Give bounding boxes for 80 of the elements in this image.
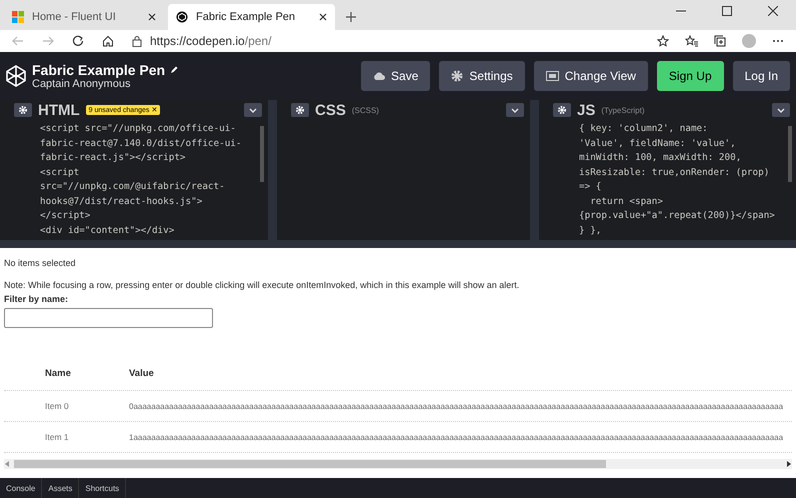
collections-icon[interactable] (714, 35, 726, 47)
editor-title: JS (577, 102, 596, 118)
gear-icon (296, 106, 304, 114)
layout-icon (546, 71, 559, 81)
close-icon[interactable] (319, 13, 327, 21)
footer-tab[interactable]: Console (0, 478, 42, 498)
favorites-icon[interactable] (685, 35, 698, 47)
caret-icon (777, 108, 785, 112)
code-line: } }, (579, 224, 602, 238)
code-line: <script (40, 166, 80, 180)
code-line: <div id="content"></div> (40, 224, 176, 238)
footer-tab[interactable]: Shortcuts (79, 478, 126, 498)
settings-button[interactable] (291, 103, 309, 117)
editor-language: (TypeScript) (601, 106, 644, 114)
filter-label: Filter by name: (4, 294, 70, 304)
code-line: => { (579, 180, 602, 194)
code-line: src="//unpkg.com/@uifabric/react- (40, 180, 226, 194)
address-field[interactable]: https://codepen.io/pen/ (132, 34, 639, 48)
table-cell: 1aaaaaaaaaaaaaaaaaaaaaaaaaaaaaaaaaaaaaaaaaaaaaaaaaaaaaaaaaaaaaaaaaaaaaaaaaaaaaaaaaaaaaaaaaaaaaaaaaaaaaaaaaaaaaaaaaaaaaaaaaaaaaaaaaaaaaaaaaaaaaaaaaa (129, 432, 784, 442)
scrollbar-thumb[interactable] (14, 460, 606, 468)
scrollbar-thumb[interactable] (260, 126, 264, 182)
code-line: </script> (40, 209, 92, 223)
table-cell-text: Item 0 (44, 401, 70, 411)
browser-tab[interactable]: Fabric Example Pen (168, 4, 335, 30)
maximize-icon[interactable] (722, 6, 732, 16)
pen-title: Fabric Example Pen (32, 62, 166, 78)
gear-icon (19, 106, 27, 114)
collapse-button[interactable] (772, 103, 790, 117)
close-icon[interactable] (768, 6, 778, 16)
cube-logo-icon[interactable] (6, 65, 26, 87)
table-cell: 0aaaaaaaaaaaaaaaaaaaaaaaaaaaaaaaaaaaaaaaaaaaaaaaaaaaaaaaaaaaaaaaaaaaaaaaaaaaaaaaaaaaaaaaaaaaaaaaaaaaaaaaaaaaaaaaaaaaaaaaaaaaaaaaaaaaaaaaaaaaaaaaaaa (129, 402, 784, 410)
browser-tab[interactable]: Home - Fluent UI (4, 4, 164, 30)
code-line: minWidth: 100, maxWidth: 200, (579, 151, 742, 165)
filter-field[interactable] (4, 308, 213, 328)
settings-button[interactable] (553, 103, 571, 117)
header-button[interactable]: Log In (732, 61, 790, 91)
lock-icon (132, 35, 142, 47)
caret-icon (249, 108, 257, 112)
horizontal-scrollbar[interactable] (4, 459, 792, 469)
more-icon[interactable] (772, 39, 784, 43)
collapse-button[interactable] (244, 103, 262, 117)
author-name: Captain Anonymous (32, 78, 132, 90)
note-text: Note: While focusing a row, pressing enter or double clicking will execute onItemInvoked, which in this example will show an alert. (4, 280, 520, 290)
header-button[interactable]: Sign Up (656, 61, 724, 91)
gear-icon (451, 70, 464, 82)
code-line: {prop.value+"a".repeat(200)}</span> (579, 209, 776, 223)
pencil-icon[interactable] (170, 66, 178, 74)
caret-icon (511, 108, 519, 112)
collapse-button[interactable] (506, 103, 524, 117)
star-icon[interactable] (657, 35, 669, 47)
scrollbar-thumb[interactable] (788, 126, 792, 182)
editor-title: HTML (38, 102, 80, 118)
selection-status: No items selected (4, 258, 77, 268)
editor-title: CSS (315, 102, 346, 118)
refresh-icon[interactable] (72, 35, 84, 47)
footer-tab[interactable]: Assets (42, 478, 80, 498)
column-header[interactable]: Name (4, 368, 129, 378)
table-cell-text: Item 1 (44, 432, 70, 442)
home-icon[interactable] (102, 35, 114, 47)
settings-button[interactable] (14, 103, 32, 117)
header-button[interactable]: Change View (534, 61, 648, 91)
editor-language: (SCSS) (352, 106, 379, 114)
code-line: fabric-react.js"></script> (40, 151, 187, 165)
code-line: <script src="//unpkg.com/office-ui- (40, 122, 237, 136)
header-button[interactable]: Save (361, 61, 430, 91)
right-arrow-icon[interactable] (786, 460, 792, 468)
new-tab-icon[interactable] (345, 11, 357, 23)
code-line: hooks@7/dist/react-hooks.js"> (40, 194, 204, 208)
code-line: { key: 'column2', name: (579, 122, 709, 136)
windows-logo-icon (12, 11, 24, 23)
code-line: return <span> (589, 194, 664, 208)
column-header[interactable]: Value (129, 368, 154, 378)
code-line: 'Value', fieldName: 'value', (579, 136, 737, 150)
cloud-icon (373, 72, 386, 80)
gear-icon (558, 106, 566, 114)
code-line: fabric-react@7.140.0/dist/office-ui- (40, 136, 242, 150)
close-icon[interactable] (148, 13, 156, 21)
code-line: isResizable: true,onRender: (prop) (579, 166, 770, 180)
header-button[interactable]: Settings (439, 61, 525, 91)
cube-icon (176, 11, 188, 23)
